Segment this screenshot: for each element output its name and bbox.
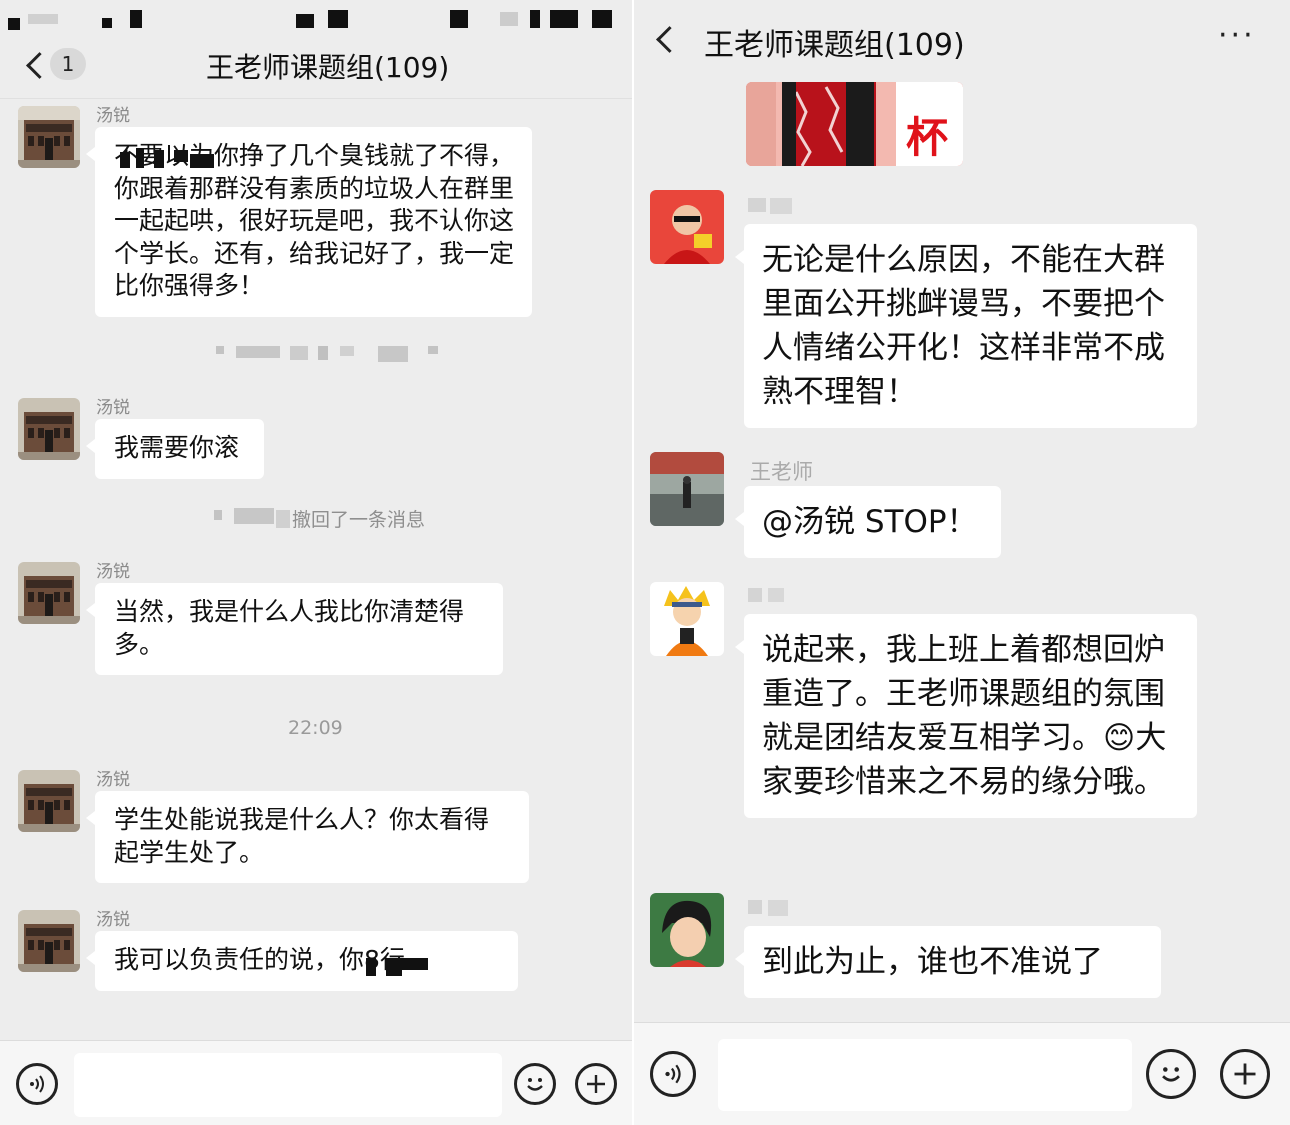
building-avatar[interactable]: [18, 106, 80, 168]
plus-icon: [1234, 1063, 1256, 1085]
message-input[interactable]: [718, 1039, 1132, 1111]
sender-name: 汤锐: [96, 106, 130, 126]
message-bubble[interactable]: 我需要你滚: [86, 419, 264, 479]
user-avatar[interactable]: [650, 452, 724, 526]
message-input[interactable]: [74, 1053, 502, 1117]
left-chat-screen: 1 王老师课题组(109) 汤锐 不要以为你挣了几个臭钱就了不得，你跟着那群没有…: [0, 0, 632, 1125]
message-bubble[interactable]: 我可以负责任的说，你8行。: [86, 931, 518, 991]
building-avatar[interactable]: [18, 562, 80, 624]
input-bar: [634, 1022, 1290, 1125]
user-avatar[interactable]: [650, 190, 724, 264]
right-chat-screen: 王老师课题组(109) ··· 杯 无论是什么原因，不能在大群里面公开挑衅谩骂，…: [634, 0, 1290, 1125]
sender-name: 王老师: [750, 460, 813, 484]
message-text: 当然，我是什么人我比你清楚得多。: [114, 597, 465, 659]
more-icon[interactable]: ···: [1218, 18, 1256, 53]
voice-button[interactable]: [650, 1051, 696, 1097]
message-text: 我需要你滚: [114, 433, 240, 462]
system-message: 撤回了一条消息: [292, 509, 426, 531]
sender-name: 汤锐: [96, 910, 130, 930]
smiley-icon: [1162, 1067, 1180, 1082]
message-bubble[interactable]: @汤锐 STOP！: [735, 486, 1001, 558]
back-icon[interactable]: [656, 26, 683, 53]
emoji-button[interactable]: [514, 1063, 556, 1105]
voice-icon: [665, 1064, 681, 1084]
message-bubble[interactable]: 说起来，我上班上着都想回炉重造了。王老师课题组的氛围就是团结友爱互相学习。😊大家…: [735, 614, 1197, 818]
voice-icon: [30, 1075, 44, 1093]
sender-name: 汤锐: [96, 770, 130, 790]
message-bubble[interactable]: 无论是什么原因，不能在大群里面公开挑衅谩骂，不要把个人情绪公开化！这样非常不成熟…: [735, 224, 1197, 428]
back-icon[interactable]: [26, 52, 53, 79]
voice-button[interactable]: [16, 1063, 58, 1105]
image-caption: 杯: [906, 113, 949, 162]
message-text: 我可以负责任的说，你8行。: [114, 945, 430, 974]
chat-title: 王老师课题组(109): [206, 51, 450, 84]
child-avatar[interactable]: [650, 893, 724, 967]
chat-title: 王老师课题组(109): [704, 28, 965, 63]
building-avatar[interactable]: [18, 398, 80, 460]
message-text: 不要以为你挣了几个臭钱就了不得，你跟着那群没有素质的垃圾人在群里一起起哄，很好玩…: [114, 141, 515, 300]
message-text: 学生处能说我是什么人？你太看得起学生处了。: [114, 805, 490, 867]
image-message[interactable]: 杯: [746, 82, 963, 166]
unread-badge[interactable]: 1: [50, 48, 86, 80]
more-button[interactable]: [575, 1063, 617, 1105]
message-bubble[interactable]: 当然，我是什么人我比你清楚得多。: [86, 583, 503, 675]
message-text: 说起来，我上班上着都想回炉重造了。王老师课题组的氛围就是团结友爱互相学习。😊大家…: [762, 632, 1167, 800]
building-avatar[interactable]: [18, 770, 80, 832]
more-button[interactable]: [1220, 1049, 1270, 1099]
building-avatar[interactable]: [18, 910, 80, 972]
message-bubble[interactable]: 学生处能说我是什么人？你太看得起学生处了。: [86, 791, 529, 883]
message-text: 无论是什么原因，不能在大群里面公开挑衅谩骂，不要把个人情绪公开化！这样非常不成熟…: [762, 242, 1165, 410]
input-bar: [0, 1040, 632, 1125]
header-divider: [0, 98, 632, 99]
message-text: 到此为止，谁也不准说了: [762, 944, 1103, 980]
cartoon-avatar[interactable]: [650, 582, 724, 656]
plus-icon: [587, 1075, 605, 1093]
timestamp: 22:09: [288, 717, 343, 739]
message-bubble[interactable]: 到此为止，谁也不准说了: [735, 926, 1161, 998]
message-text: @汤锐 STOP！: [762, 504, 978, 540]
sender-name: 汤锐: [96, 398, 130, 418]
smiley-icon: [527, 1078, 543, 1091]
sender-name: 汤锐: [96, 562, 130, 582]
emoji-button[interactable]: [1146, 1049, 1196, 1099]
